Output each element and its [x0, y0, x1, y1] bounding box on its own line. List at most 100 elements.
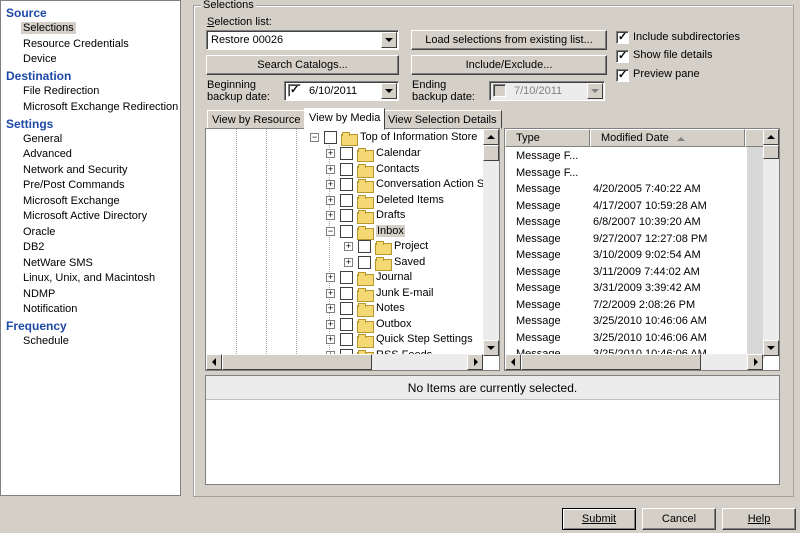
list-cell-type: Message — [516, 232, 561, 245]
nav-item-schedule[interactable]: Schedule — [21, 335, 71, 347]
ending-date-value: 7/10/2011 — [514, 85, 563, 97]
nav-item-pre-post-commands[interactable]: Pre/Post Commands — [21, 179, 126, 191]
expand-icon[interactable]: + — [344, 257, 353, 267]
submit-button[interactable]: Submit — [562, 508, 636, 530]
scroll-right-icon[interactable] — [747, 354, 763, 370]
include-subdirectories-checkbox[interactable] — [616, 30, 629, 44]
tab-view-by-media[interactable]: View by Media — [304, 108, 386, 130]
tree-item-checkbox[interactable] — [340, 302, 353, 315]
tree-item-label: Project — [394, 240, 429, 252]
list-cell-date: 4/20/2005 7:40:22 AM — [593, 183, 701, 195]
list-cell-date: 7/2/2009 2:08:26 PM — [593, 298, 696, 311]
nav-item-device[interactable]: Device — [21, 53, 59, 65]
help-button[interactable]: Help — [722, 508, 796, 530]
expand-icon[interactable]: + — [326, 288, 335, 298]
tree-item-checkbox[interactable] — [340, 271, 353, 284]
nav-item-selections[interactable]: Selections — [21, 22, 76, 34]
scroll-thumb[interactable] — [763, 145, 779, 159]
folder-icon — [357, 318, 374, 333]
nav-item-network-and-security[interactable]: Network and Security — [21, 164, 130, 176]
tree-horizontal-scrollbar[interactable] — [206, 354, 483, 370]
nav-item-resource-credentials[interactable]: Resource Credentials — [21, 38, 131, 50]
collapse-icon[interactable]: − — [326, 226, 335, 236]
column-header-modified-date[interactable]: Modified Date — [590, 129, 745, 147]
tree-item-checkbox[interactable] — [340, 162, 353, 176]
scroll-left-icon[interactable] — [505, 354, 521, 370]
tree-item-checkbox[interactable] — [358, 255, 371, 269]
show-file-details-checkbox[interactable] — [616, 49, 629, 63]
nav-item-linux-unix-and-macintosh[interactable]: Linux, Unix, and Macintosh — [21, 272, 157, 284]
nav-item-notification[interactable]: Notification — [21, 303, 79, 315]
chevron-down-icon[interactable] — [381, 32, 397, 48]
tab-view-selection-details[interactable]: View Selection Details — [383, 110, 502, 129]
tree-item-checkbox[interactable] — [340, 286, 353, 300]
beginning-date-picker[interactable]: 6/10/2011 — [284, 81, 399, 101]
scroll-thumb[interactable] — [222, 354, 372, 370]
tree-item-checkbox[interactable] — [340, 317, 353, 331]
tree-vertical-scrollbar[interactable] — [483, 129, 499, 356]
load-selections-button[interactable]: Load selections from existing list... — [411, 30, 607, 50]
selection-list-dropdown[interactable]: Restore 00026 — [206, 30, 399, 50]
tree-item-checkbox[interactable] — [340, 333, 353, 346]
collapse-icon[interactable]: − — [310, 133, 319, 142]
scroll-up-icon[interactable] — [483, 129, 499, 145]
cancel-button[interactable]: Cancel — [642, 508, 716, 530]
tree-item-label: Notes — [376, 302, 405, 314]
tree-item-checkbox[interactable] — [340, 193, 353, 207]
expand-icon[interactable]: + — [344, 242, 353, 251]
nav-item-microsoft-active-directory[interactable]: Microsoft Active Directory — [21, 210, 149, 222]
scroll-right-icon[interactable] — [467, 354, 483, 370]
folder-icon — [357, 179, 374, 193]
nav-item-advanced[interactable]: Advanced — [21, 148, 74, 160]
expand-icon[interactable]: + — [326, 180, 335, 189]
beginning-date-checkbox[interactable] — [288, 83, 301, 97]
list-vertical-scrollbar[interactable] — [763, 129, 779, 356]
tree-item-checkbox[interactable] — [358, 240, 371, 253]
nav-item-general[interactable]: General — [21, 133, 64, 145]
preview-pane-checkbox[interactable] — [616, 68, 629, 82]
expand-icon[interactable]: + — [326, 149, 335, 158]
list-horizontal-scrollbar[interactable] — [505, 354, 763, 370]
tree-item-checkbox[interactable] — [340, 224, 353, 238]
tab-view-by-resource[interactable]: View by Resource — [207, 110, 306, 129]
expand-icon[interactable]: + — [326, 164, 335, 174]
scroll-left-icon[interactable] — [206, 354, 222, 370]
scroll-up-icon[interactable] — [763, 129, 779, 145]
expand-icon[interactable]: + — [326, 335, 335, 344]
nav-item-microsoft-exchange-redirection[interactable]: Microsoft Exchange Redirection — [21, 101, 180, 113]
scroll-down-icon[interactable] — [483, 340, 499, 356]
tree-item-checkbox[interactable] — [340, 147, 353, 160]
search-catalogs-button[interactable]: Search Catalogs... — [206, 55, 399, 75]
nav-item-netware-sms[interactable]: NetWare SMS — [21, 257, 95, 269]
column-header-type[interactable]: Type — [505, 129, 590, 147]
nav-item-ndmp[interactable]: NDMP — [21, 288, 57, 300]
ending-date-checkbox[interactable] — [493, 84, 506, 97]
nav-item-db2[interactable]: DB2 — [21, 241, 46, 253]
scroll-thumb[interactable] — [521, 354, 701, 370]
chevron-down-icon[interactable] — [587, 83, 603, 99]
tree-item-checkbox[interactable] — [340, 178, 353, 191]
list-cell-date: 6/8/2007 10:39:20 AM — [593, 216, 701, 228]
media-tree[interactable]: − Top of Information Store + Calendar + Conta… — [205, 128, 500, 371]
nav-item-microsoft-exchange[interactable]: Microsoft Exchange — [21, 195, 122, 207]
selection-list-label: Selection list: — [207, 16, 272, 28]
tree-item-checkbox[interactable] — [340, 209, 353, 222]
expand-icon[interactable]: + — [326, 273, 335, 282]
expand-icon[interactable]: + — [326, 304, 335, 313]
tree-item-label: Quick Step Settings — [376, 333, 473, 345]
nav-heading-frequency: Frequency — [6, 319, 67, 333]
nav-item-oracle[interactable]: Oracle — [21, 226, 57, 238]
expand-icon[interactable]: + — [326, 319, 335, 329]
nav-item-file-redirection[interactable]: File Redirection — [21, 85, 101, 97]
scroll-down-icon[interactable] — [763, 340, 779, 356]
chevron-down-icon[interactable] — [381, 83, 397, 99]
show-file-details-label: Show file details — [633, 49, 713, 61]
list-cell-type: Message — [516, 315, 561, 327]
file-details-list[interactable]: Type Modified Date Message F... Message F… — [504, 128, 780, 371]
ending-date-picker[interactable]: 7/10/2011 — [489, 81, 605, 101]
expand-icon[interactable]: + — [326, 211, 335, 220]
include-exclude-button[interactable]: Include/Exclude... — [411, 55, 607, 75]
expand-icon[interactable]: + — [326, 195, 335, 205]
tree-item-checkbox[interactable] — [324, 131, 337, 144]
scroll-thumb[interactable] — [483, 145, 499, 161]
